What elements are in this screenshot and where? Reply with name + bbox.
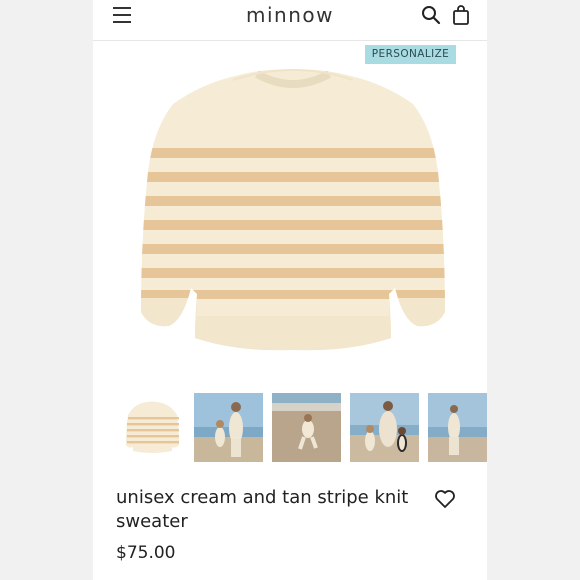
- thumbnail-family-beach[interactable]: [350, 393, 419, 462]
- product-main-image[interactable]: [123, 62, 463, 362]
- heart-icon[interactable]: [434, 489, 456, 509]
- top-nav: minnow: [93, 0, 487, 41]
- product-price: $75.00: [116, 543, 176, 563]
- phone-screen: minnow PERSONALIZE unisex cream and tan …: [93, 0, 487, 580]
- thumbnail-child-running-beach[interactable]: [272, 393, 341, 462]
- search-icon[interactable]: [421, 5, 441, 25]
- product-title: unisex cream and tan stripe knit sweater: [116, 487, 409, 532]
- thumbnail-strip: [118, 393, 487, 462]
- shopping-bag-icon[interactable]: [452, 4, 470, 26]
- thumbnail-sweater[interactable]: [118, 393, 187, 462]
- thumbnail-person-beach[interactable]: [428, 393, 487, 462]
- thumbnail-mother-child-beach[interactable]: [194, 393, 263, 462]
